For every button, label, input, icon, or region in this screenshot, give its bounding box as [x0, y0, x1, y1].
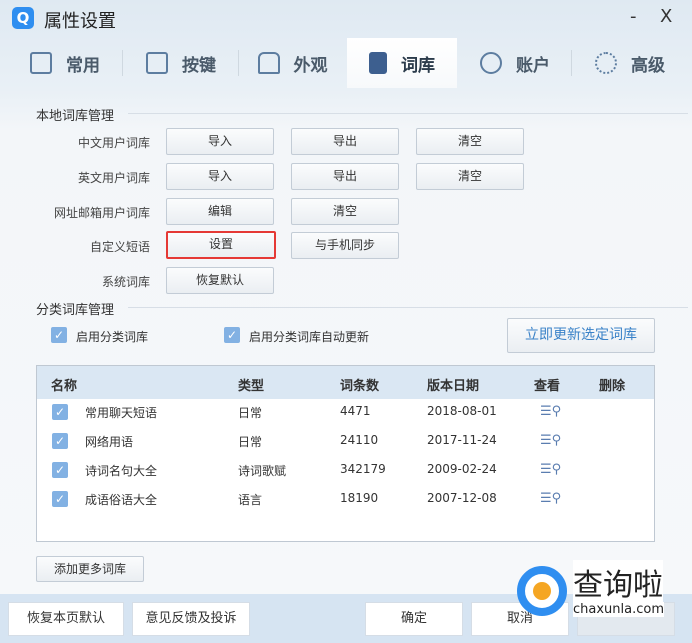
row-label: 系统词库 [101, 275, 150, 289]
row-type: 诗词歌赋 [238, 464, 287, 478]
tab-divider [238, 50, 239, 76]
monitor-icon [30, 52, 52, 74]
col-count: 词条数 [340, 379, 380, 394]
row-label: 中文用户词库 [77, 136, 150, 150]
phone-sync-button[interactable]: 与手机同步 [291, 232, 399, 259]
gear-icon [595, 52, 617, 74]
user-icon [480, 52, 502, 74]
add-more-button[interactable]: 添加更多词库 [36, 556, 144, 582]
row-type: 日常 [238, 406, 263, 420]
row-count: 342179 [340, 462, 386, 476]
tab-label: 常用 [66, 55, 100, 76]
row-checkbox[interactable]: ✓ [52, 404, 68, 420]
row-count: 4471 [340, 404, 371, 418]
restore-page-default-button[interactable]: 恢复本页默认 [8, 602, 124, 636]
col-date: 版本日期 [427, 379, 480, 394]
close-button[interactable]: X [660, 6, 672, 27]
auto-update-checkbox[interactable]: ✓ [224, 327, 240, 343]
table-header: 名称 类型 词条数 版本日期 查看 删除 [37, 366, 654, 399]
row-name: 成语俗语大全 [85, 493, 158, 507]
row-date: 2009-02-24 [427, 462, 497, 476]
row-name: 网络用语 [85, 435, 134, 449]
divider [128, 307, 688, 308]
url-clear-button[interactable]: 清空 [291, 198, 399, 225]
key-icon [146, 52, 168, 74]
row-name: 常用聊天短语 [85, 406, 158, 420]
col-view: 查看 [534, 379, 561, 394]
tab-dictionary[interactable]: 词库 [347, 38, 457, 88]
row-date: 2007-12-08 [427, 491, 497, 505]
auto-update-label: 启用分类词库自动更新 [249, 330, 370, 344]
enable-category-label: 启用分类词库 [76, 330, 149, 344]
enable-category-checkbox[interactable]: ✓ [51, 327, 67, 343]
phrase-settings-button[interactable]: 设置 [166, 231, 276, 259]
dictionary-table: 名称 类型 词条数 版本日期 查看 删除 ✓ 常用聊天短语 日常 4471 2018-0… [36, 365, 655, 542]
tab-label: 高级 [631, 55, 665, 76]
row-type: 语言 [238, 493, 263, 507]
en-export-button[interactable]: 导出 [291, 163, 399, 190]
tab-appearance[interactable]: 外观 [240, 38, 345, 88]
restore-default-button[interactable]: 恢复默认 [166, 267, 274, 294]
view-list-icon[interactable]: ☰⚲ [540, 462, 561, 478]
cn-clear-button[interactable]: 清空 [416, 128, 524, 155]
col-name: 名称 [51, 379, 78, 394]
tab-general[interactable]: 常用 [10, 38, 120, 88]
row-checkbox[interactable]: ✓ [52, 462, 68, 478]
tab-label: 词库 [401, 55, 435, 76]
url-edit-button[interactable]: 编辑 [166, 198, 274, 225]
tab-label: 按键 [182, 55, 216, 76]
view-list-icon[interactable]: ☰⚲ [540, 433, 561, 449]
row-date: 2018-08-01 [427, 404, 497, 418]
col-type: 类型 [238, 379, 265, 394]
watermark-name: 查询啦 [573, 560, 663, 604]
row-date: 2017-11-24 [427, 433, 497, 447]
row-name: 诗词名句大全 [85, 464, 158, 478]
row-label: 自定义短语 [89, 240, 150, 254]
local-section-title: 本地词库管理 [36, 109, 115, 124]
watermark-logo: 查询啦 chaxunla.com [515, 560, 690, 624]
ok-button[interactable]: 确定 [365, 602, 463, 636]
watermark-url: chaxunla.com [573, 602, 664, 617]
view-list-icon[interactable]: ☰⚲ [540, 491, 561, 507]
category-section-title: 分类词库管理 [36, 303, 115, 318]
row-type: 日常 [238, 435, 263, 449]
title-bar: Q 属性设置 - X [0, 0, 692, 38]
window-title: 属性设置 [44, 11, 116, 32]
tab-keys[interactable]: 按键 [126, 38, 236, 88]
tab-divider [571, 50, 572, 76]
row-count: 18190 [340, 491, 379, 505]
feedback-button[interactable]: 意见反馈及投诉 [132, 602, 250, 636]
row-label: 英文用户词库 [77, 171, 150, 185]
update-now-button[interactable]: 立即更新选定词库 [507, 318, 655, 353]
cn-import-button[interactable]: 导入 [166, 128, 274, 155]
en-import-button[interactable]: 导入 [166, 163, 274, 190]
tab-label: 外观 [293, 55, 328, 76]
tab-label: 账户 [516, 55, 550, 76]
tab-advanced[interactable]: 高级 [575, 38, 685, 88]
row-checkbox[interactable]: ✓ [52, 491, 68, 507]
book-icon [369, 52, 387, 74]
view-list-icon[interactable]: ☰⚲ [540, 404, 561, 420]
app-logo-icon: Q [12, 7, 34, 29]
row-label: 网址邮箱用户词库 [53, 206, 150, 220]
minimize-button[interactable]: - [630, 6, 637, 27]
divider [128, 113, 688, 114]
en-clear-button[interactable]: 清空 [416, 163, 524, 190]
tshirt-icon [257, 52, 280, 74]
row-checkbox[interactable]: ✓ [52, 433, 68, 449]
cn-export-button[interactable]: 导出 [291, 128, 399, 155]
watermark-q-icon [517, 566, 567, 616]
tab-divider [122, 50, 123, 76]
row-count: 24110 [340, 433, 379, 447]
col-delete: 删除 [599, 379, 626, 394]
tab-account[interactable]: 账户 [460, 38, 570, 88]
